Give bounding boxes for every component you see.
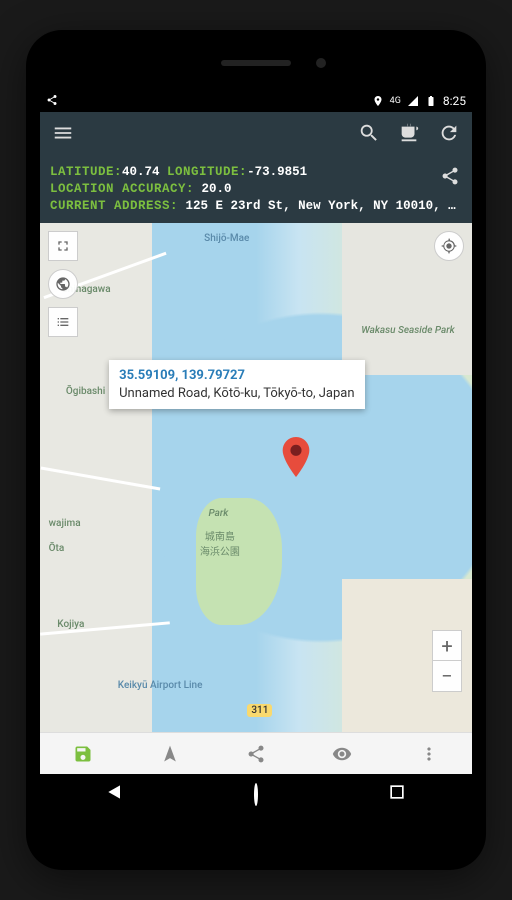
coffee-icon bbox=[398, 122, 420, 144]
map-view[interactable]: Shijō-Mae Shinagawa Wakasu Seaside Park … bbox=[40, 223, 472, 732]
layers-button[interactable] bbox=[48, 307, 78, 337]
menu-button[interactable] bbox=[52, 122, 74, 148]
bottom-toolbar bbox=[40, 732, 472, 774]
share-icon bbox=[46, 94, 58, 106]
map-label: wajima bbox=[49, 518, 81, 529]
map-marker[interactable] bbox=[282, 437, 310, 481]
fullscreen-button[interactable] bbox=[48, 231, 78, 261]
signal-icon bbox=[407, 95, 419, 107]
share-tab[interactable] bbox=[213, 733, 299, 774]
location-icon bbox=[372, 95, 384, 107]
info-panel: Latitude:40.74 Longitude:-73.9851 Locati… bbox=[40, 158, 472, 223]
eye-icon bbox=[332, 744, 352, 764]
map-label: Kojiya bbox=[57, 619, 84, 630]
crosshair-icon bbox=[441, 238, 457, 254]
addr-label: Current Address: bbox=[50, 199, 178, 213]
network-label: 4G bbox=[390, 96, 401, 106]
back-icon bbox=[105, 782, 125, 802]
save-icon bbox=[73, 744, 93, 764]
search-icon bbox=[358, 122, 380, 144]
android-nav-bar bbox=[40, 774, 472, 814]
map-label: 城南島 海浜公園 bbox=[200, 528, 240, 558]
mylocation-button[interactable] bbox=[434, 231, 464, 261]
marker-popup[interactable]: 35.59109, 139.79727 Unnamed Road, Kōtō-k… bbox=[109, 360, 364, 409]
share-info-button[interactable] bbox=[440, 166, 460, 192]
map-label: Ōta bbox=[49, 543, 65, 554]
maptype-button[interactable] bbox=[48, 269, 78, 299]
back-button[interactable] bbox=[105, 782, 125, 806]
more-tab[interactable] bbox=[386, 733, 472, 774]
lon-label: Longitude: bbox=[167, 165, 247, 179]
globe-icon bbox=[55, 276, 71, 292]
save-tab[interactable] bbox=[40, 733, 126, 774]
zoom-controls: + − bbox=[432, 630, 462, 692]
navigate-icon bbox=[160, 744, 180, 764]
map-label: Keikyū Airport Line bbox=[118, 680, 203, 691]
acc-value: 20.0 bbox=[202, 182, 232, 196]
share-icon bbox=[246, 744, 266, 764]
status-bar: 4G 8:25 bbox=[40, 90, 472, 112]
zoom-in-button[interactable]: + bbox=[433, 631, 461, 661]
menu-icon bbox=[52, 122, 74, 144]
map-label: Shijō-Mae bbox=[204, 233, 249, 244]
popup-coords: 35.59109, 139.79727 bbox=[119, 368, 354, 383]
addr-value: 125 E 23rd St, New York, NY 10010, U... bbox=[186, 199, 462, 213]
battery-icon bbox=[425, 95, 437, 107]
recents-icon bbox=[387, 782, 407, 802]
map-label: Ōgibashi bbox=[66, 386, 105, 397]
lat-label: Latitude: bbox=[50, 165, 122, 179]
clock-label: 8:25 bbox=[443, 94, 466, 108]
lat-value: 40.74 bbox=[122, 165, 160, 179]
zoom-out-button[interactable]: − bbox=[433, 661, 461, 691]
share-icon bbox=[440, 166, 460, 186]
view-tab[interactable] bbox=[299, 733, 385, 774]
search-button[interactable] bbox=[358, 122, 380, 148]
home-icon bbox=[254, 783, 258, 806]
keep-awake-button[interactable] bbox=[398, 122, 420, 148]
home-button[interactable] bbox=[254, 785, 258, 804]
navigate-tab[interactable] bbox=[126, 733, 212, 774]
acc-label: Location Accuracy: bbox=[50, 182, 194, 196]
pin-icon bbox=[282, 437, 310, 477]
fullscreen-icon bbox=[55, 238, 71, 254]
recents-button[interactable] bbox=[387, 782, 407, 806]
map-label: 311 bbox=[247, 704, 272, 717]
popup-address: Unnamed Road, Kōtō-ku, Tōkyō-to, Japan bbox=[119, 386, 354, 401]
app-bar bbox=[40, 112, 472, 158]
refresh-button[interactable] bbox=[438, 122, 460, 148]
more-icon bbox=[419, 744, 439, 764]
map-label: Park bbox=[208, 508, 228, 519]
lon-value: -73.9851 bbox=[247, 165, 307, 179]
map-label: Wakasu Seaside Park bbox=[361, 325, 455, 336]
list-icon bbox=[55, 314, 71, 330]
refresh-icon bbox=[438, 122, 460, 144]
